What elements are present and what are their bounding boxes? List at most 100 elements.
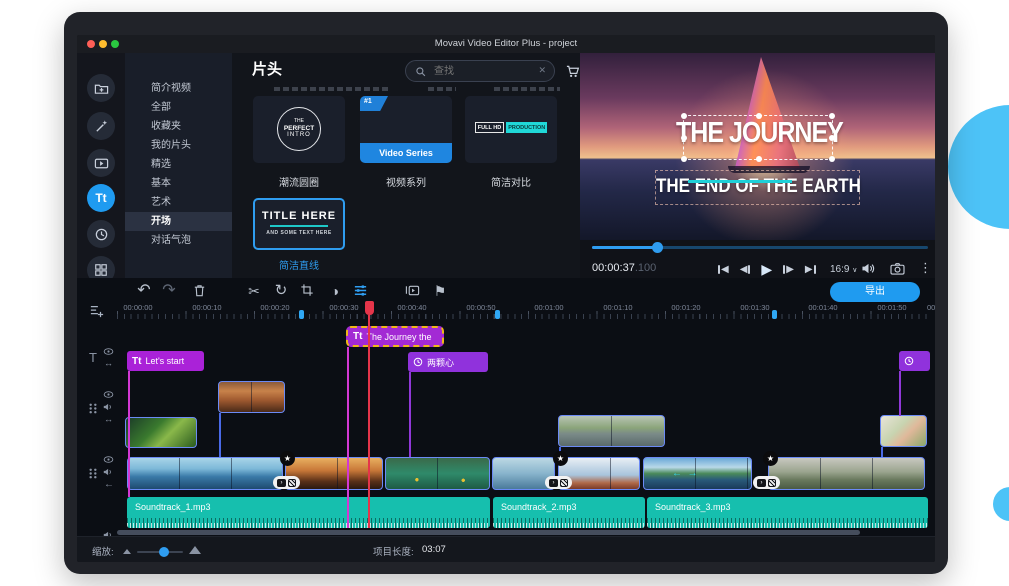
template-card-video-series[interactable]: #1 Video Series [360, 96, 452, 163]
transitions-button[interactable] [87, 149, 115, 177]
selection-handle[interactable] [681, 135, 687, 141]
next-frame-button[interactable]: ▶ [783, 264, 794, 275]
category-basic[interactable]: 基本 [125, 174, 232, 193]
speaker-icon[interactable] [103, 402, 114, 412]
skip-to-end-button[interactable]: ▶ [805, 264, 816, 275]
preview-video[interactable]: THE END OF THE EARTH THE JOURNEY [580, 53, 935, 240]
add-track-icon[interactable] [89, 304, 105, 318]
timeline-marker[interactable] [772, 310, 777, 319]
title-clip-the-journey-selected[interactable]: Tt The Journey the [346, 326, 444, 347]
category-opening[interactable]: 开场 [125, 212, 232, 231]
titles-button[interactable]: Tt [87, 184, 115, 212]
search-clear-icon[interactable]: ✕ [538, 65, 546, 76]
rotate-button[interactable]: ↻ [272, 282, 290, 300]
search-input[interactable] [434, 63, 529, 79]
title-clip-lets-start[interactable]: Tt Let's start [127, 351, 204, 371]
selection-handle[interactable] [829, 135, 835, 141]
play-button[interactable]: ▶ [761, 261, 772, 278]
marker-flag-button[interactable]: ⚑ [431, 282, 449, 300]
timeline-marker[interactable] [299, 310, 304, 319]
split-scissors-button[interactable]: ✂ [245, 282, 263, 300]
timeline-marker[interactable] [495, 310, 500, 319]
category-favorites[interactable]: 收藏夹 [125, 117, 232, 136]
clip-properties-button[interactable] [353, 283, 371, 301]
zoom-slider-handle[interactable] [159, 547, 169, 557]
export-button[interactable]: 导出 [830, 282, 920, 302]
import-media-button[interactable] [87, 74, 115, 102]
audio-clip-soundtrack-2[interactable]: Soundtrack_2.mp3 [493, 497, 645, 528]
selection-handle[interactable] [681, 113, 687, 119]
player-menu-icon[interactable]: ⋮ [919, 260, 932, 276]
selection-handle[interactable] [756, 156, 762, 162]
overlay-clip-selfie[interactable] [880, 415, 927, 447]
audio-clip-soundtrack-1[interactable]: Soundtrack_1.mp3 [127, 497, 490, 528]
titles-tt-icon: Tt [95, 191, 106, 205]
transition-badge[interactable]: › [753, 476, 780, 489]
window-title: Movavi Video Editor Plus - project [77, 38, 935, 49]
template-label[interactable]: 简洁对比 [465, 174, 557, 189]
audio-clip-soundtrack-3[interactable]: Soundtrack_3.mp3 [647, 497, 928, 528]
redo-button[interactable]: ↷ [160, 282, 178, 300]
category-speech-bubbles[interactable]: 对话气泡 [125, 231, 232, 250]
category-my-titles[interactable]: 我的片头 [125, 136, 232, 155]
undo-button[interactable]: ↶ [135, 282, 153, 300]
template-label[interactable]: 视频系列 [360, 174, 452, 189]
transition-wizard-button[interactable] [405, 283, 423, 301]
delete-clip-button[interactable] [192, 283, 210, 301]
transition-badge[interactable]: › [545, 476, 572, 489]
category-featured[interactable]: 精选 [125, 155, 232, 174]
video-clip-lake-mirror[interactable]: ← → [643, 457, 752, 490]
template-label-selected[interactable]: 简洁直线 [253, 257, 345, 272]
selection-handle[interactable] [681, 156, 687, 162]
favorite-star-badge: ★ [280, 451, 295, 466]
category-artistic[interactable]: 艺术 [125, 193, 232, 212]
zoom-out-button[interactable] [123, 549, 131, 554]
skip-to-start-button[interactable]: ◀ [718, 264, 729, 275]
eye-icon[interactable] [103, 347, 114, 356]
playhead-line[interactable] [368, 315, 370, 528]
template-card-simple-contrast[interactable]: FULL HD PRODUCTION [465, 96, 557, 163]
crop-button[interactable] [300, 283, 318, 301]
aspect-ratio-select[interactable]: 16:9 ∨ [830, 264, 857, 275]
snapshot-camera-icon[interactable] [890, 262, 905, 275]
subtitle-selection-box[interactable]: THE END OF THE EARTH [655, 170, 860, 205]
seek-handle[interactable] [652, 242, 663, 253]
stickers-button[interactable] [87, 220, 115, 248]
playhead-handle[interactable] [365, 301, 374, 315]
selection-handle[interactable] [829, 113, 835, 119]
selection-handle[interactable] [829, 156, 835, 162]
overlay-clip-green-mountains[interactable] [125, 417, 197, 448]
timeline-horizontal-scrollbar[interactable] [117, 530, 860, 535]
volume-icon[interactable] [861, 262, 876, 275]
video-clip-kayaks[interactable] [385, 457, 490, 490]
overlay-clip-party[interactable] [218, 381, 285, 413]
category-intro-videos[interactable]: 简介视频 [125, 79, 232, 98]
color-adjustments-button[interactable]: ◑ [326, 282, 344, 300]
seek-bar[interactable] [592, 246, 928, 249]
previous-frame-button[interactable]: ◀ [740, 264, 751, 275]
template-card-simple-line-selected[interactable]: TITLE HERE AND SOME TEXT HERE [253, 198, 345, 250]
speaker-icon[interactable] [103, 467, 114, 477]
filters-button[interactable] [87, 112, 115, 140]
ruler-minor-ticks[interactable] [117, 314, 929, 319]
title-clip-cropped[interactable] [899, 351, 930, 371]
template-label[interactable]: 潮流圆圈 [253, 174, 345, 189]
category-all[interactable]: 全部 [125, 98, 232, 117]
zoom-in-button[interactable] [189, 546, 201, 554]
template-card-trendy-circle[interactable]: THE PERFECT INTRO [253, 96, 345, 163]
transition-badge[interactable]: › [273, 476, 300, 489]
selection-handle[interactable] [756, 113, 762, 119]
eye-icon[interactable] [103, 455, 114, 464]
link-icon[interactable]: ↔ [104, 358, 113, 368]
video-clip-sea[interactable] [127, 457, 283, 490]
search-box[interactable]: ✕ [405, 60, 555, 82]
eye-icon[interactable] [103, 390, 114, 399]
video-clip-hikers[interactable] [768, 457, 925, 490]
back-arrow-icon[interactable]: ← [104, 479, 114, 490]
link-icon[interactable]: ↔ [104, 414, 113, 424]
cart-icon[interactable] [565, 64, 581, 79]
current-time-ms: .100 [635, 262, 656, 274]
title-clip-two-hearts[interactable]: 两颗心 [408, 352, 488, 372]
title-selection-box[interactable]: THE JOURNEY [683, 115, 833, 160]
overlay-clip-motorcycle[interactable] [558, 415, 665, 447]
